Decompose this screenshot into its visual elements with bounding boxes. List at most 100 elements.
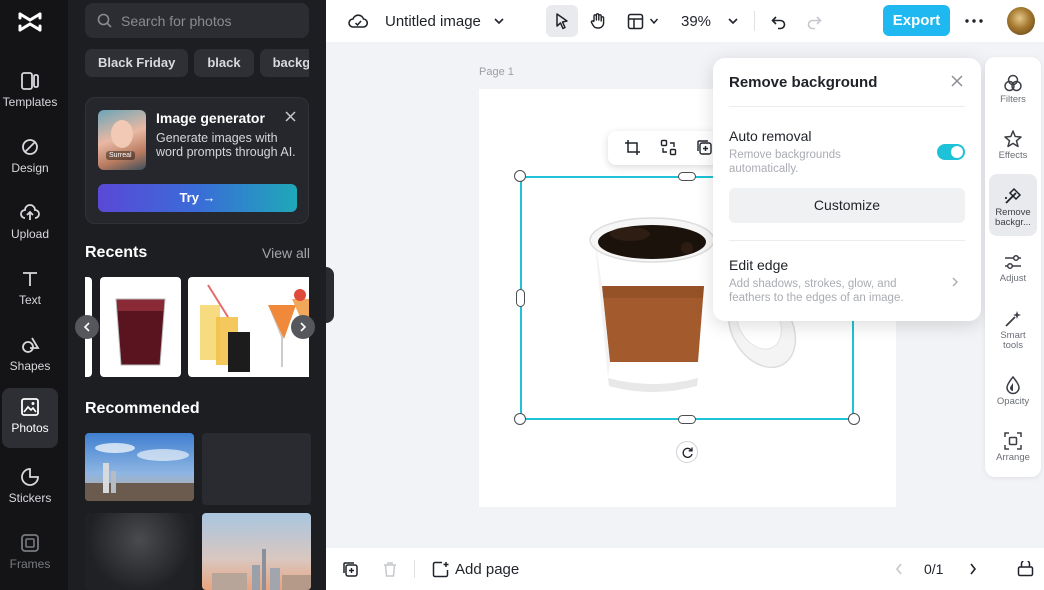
recommended-photo-city-sky[interactable] — [85, 433, 194, 501]
auto-removal-toggle[interactable] — [937, 144, 965, 160]
tool-smart-tools[interactable]: Smart tools — [989, 297, 1037, 357]
chevron-left-icon — [83, 322, 90, 332]
select-tool[interactable] — [554, 0, 570, 42]
duplicate-page-icon — [343, 561, 358, 577]
layers-button[interactable] — [1017, 548, 1034, 590]
resize-handle-top-left[interactable] — [514, 170, 526, 182]
rail-item-frames[interactable]: Frames — [2, 524, 58, 584]
tool-filters[interactable]: Filters — [989, 61, 1037, 121]
collapse-panel-handle[interactable] — [326, 267, 334, 323]
document-title[interactable]: Untitled image — [385, 0, 505, 42]
try-button[interactable]: Try → — [98, 184, 297, 212]
generator-description: Generate images with word prompts throug… — [156, 131, 296, 159]
divider — [729, 106, 965, 107]
tool-label: Filters — [1000, 94, 1026, 105]
search-input[interactable] — [121, 3, 301, 38]
undo-icon — [771, 15, 786, 29]
replace-icon[interactable] — [660, 139, 677, 156]
auto-removal-description: Remove backgrounds automatically. — [729, 149, 841, 175]
rotate-handle[interactable] — [676, 441, 698, 463]
recent-photo[interactable] — [188, 277, 269, 377]
tool-opacity[interactable]: Opacity — [989, 363, 1037, 423]
recents-carousel — [85, 277, 309, 377]
tool-label: Adjust — [999, 273, 1027, 284]
view-all-link[interactable]: View all — [262, 245, 310, 261]
edit-edge-label[interactable]: Edit edge — [729, 257, 788, 273]
chevron-down-icon — [649, 18, 659, 25]
next-page-button[interactable] — [968, 548, 978, 590]
chevron-down-icon — [728, 18, 738, 25]
resize-handle-bottom-right[interactable] — [848, 413, 860, 425]
tool-label: Arrange — [996, 452, 1030, 463]
carousel-prev-button[interactable] — [75, 315, 99, 339]
hand-tool[interactable] — [589, 0, 607, 42]
duplicate-page-button[interactable] — [342, 548, 359, 590]
edit-edge-description: Add shadows, strokes, glow, and feathers… — [729, 278, 904, 304]
crop-icon[interactable] — [624, 139, 641, 156]
generator-title: Image generator — [156, 110, 265, 126]
rail-label: Frames — [9, 557, 51, 571]
thumb-badge: Surreal — [106, 151, 135, 160]
rail-item-design[interactable]: Design — [2, 128, 58, 188]
recent-photo[interactable] — [100, 277, 181, 377]
frames-icon — [21, 534, 39, 552]
recommended-title: Recommended — [85, 400, 200, 417]
rail-item-templates[interactable]: Templates — [2, 62, 58, 122]
popover-title: Remove background — [729, 74, 878, 91]
tool-effects[interactable]: Effects — [989, 117, 1037, 177]
page-count: 0/1 — [924, 561, 944, 577]
close-icon[interactable] — [285, 111, 296, 122]
delete-page-button[interactable] — [382, 548, 398, 590]
rail-item-photos[interactable]: Photos — [2, 388, 58, 448]
divider — [729, 240, 965, 241]
previous-page-button[interactable] — [894, 548, 904, 590]
avatar[interactable] — [1007, 7, 1035, 35]
zoom-control[interactable]: 39% — [681, 0, 739, 42]
chevron-down-icon — [494, 18, 504, 25]
hand-icon — [590, 13, 605, 29]
duplicate-icon[interactable] — [696, 139, 713, 156]
rail-item-stickers[interactable]: Stickers — [2, 458, 58, 518]
rail-item-shapes[interactable]: Shapes — [2, 326, 58, 386]
chip-black-friday[interactable]: Black Friday — [85, 49, 189, 77]
cloud-sync[interactable] — [348, 0, 368, 42]
chevron-right-icon — [970, 563, 977, 575]
add-page-button[interactable]: Add page — [432, 548, 519, 590]
recommended-photo-black-texture[interactable] — [85, 513, 194, 590]
resize-handle-left[interactable] — [516, 289, 525, 307]
carousel-next-button[interactable] — [291, 315, 315, 339]
auto-removal-label: Auto removal — [729, 128, 812, 144]
chip-black[interactable]: black — [194, 49, 254, 77]
undo-button[interactable] — [770, 0, 787, 42]
rail-item-text[interactable]: Text — [2, 260, 58, 320]
resize-handle-top[interactable] — [678, 172, 696, 181]
chip-background[interactable]: background — [259, 49, 309, 77]
export-button[interactable]: Export — [883, 5, 950, 36]
rail-label: Templates — [2, 95, 58, 109]
more-options-button[interactable] — [965, 0, 983, 42]
recommended-photo-dark[interactable] — [202, 433, 311, 505]
resize-handle-bottom[interactable] — [678, 415, 696, 424]
photos-icon — [21, 398, 39, 416]
chevron-right-icon[interactable] — [951, 276, 959, 288]
text-icon — [23, 272, 37, 286]
redo-button[interactable] — [806, 0, 823, 42]
chevron-left-icon — [895, 563, 902, 575]
tool-adjust[interactable]: Adjust — [989, 240, 1037, 300]
layout-menu[interactable] — [627, 0, 659, 42]
customize-button[interactable]: Customize — [729, 188, 965, 223]
close-icon[interactable] — [951, 75, 963, 87]
tool-remove-background[interactable]: Remove backgr... — [989, 174, 1037, 236]
right-tool-panel: Filters Effects Remove backgr... Adjust … — [985, 57, 1041, 477]
capcut-logo-icon[interactable] — [16, 8, 44, 36]
tool-arrange[interactable]: Arrange — [989, 419, 1037, 479]
filters-icon — [1004, 74, 1022, 92]
recommended-photo-skyline[interactable] — [202, 513, 311, 590]
tool-label: Remove backgr... — [995, 207, 1031, 228]
cloud-icon — [348, 14, 368, 28]
layout-icon — [627, 13, 644, 29]
rail-item-upload[interactable]: Upload — [2, 194, 58, 254]
search-box[interactable] — [85, 3, 309, 38]
document-title-text: Untitled image — [385, 12, 481, 30]
resize-handle-bottom-left[interactable] — [514, 413, 526, 425]
